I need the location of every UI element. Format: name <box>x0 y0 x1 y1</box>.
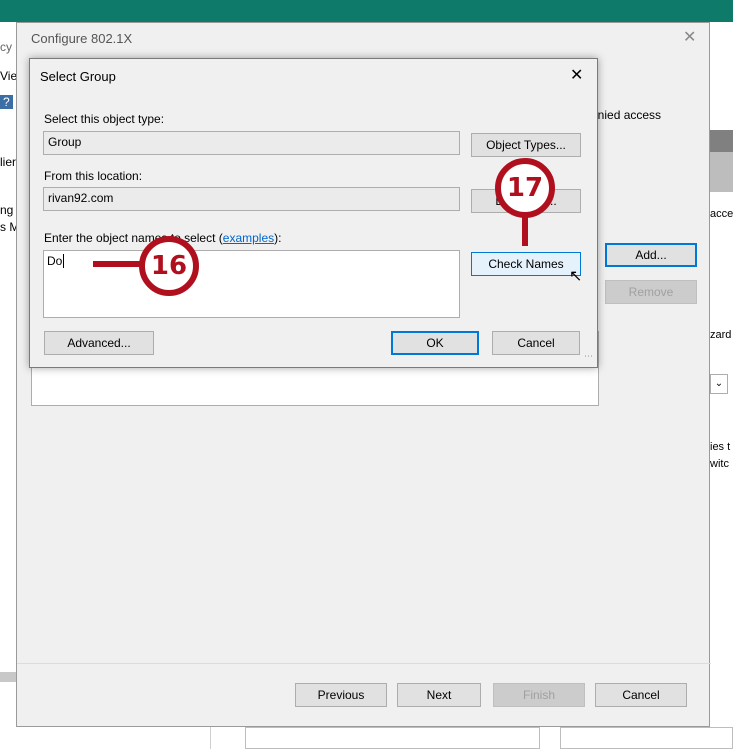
object-type-label: Select this object type: <box>44 112 165 126</box>
check-names-button[interactable]: Check Names <box>471 252 581 276</box>
object-type-field: Group <box>43 131 460 155</box>
chevron-down-icon[interactable]: ⌄ <box>710 374 728 394</box>
object-types-button[interactable]: Object Types... <box>471 133 581 157</box>
cancel-button[interactable]: Cancel <box>492 331 580 355</box>
callout-17-pointer <box>522 216 528 246</box>
close-icon[interactable]: ✕ <box>570 65 583 85</box>
add-button[interactable]: Add... <box>605 243 697 267</box>
bg-header-strip <box>710 152 733 192</box>
bg-fragment: acce <box>710 208 733 220</box>
mouse-cursor-icon: ↖ <box>569 268 583 285</box>
remove-button[interactable]: Remove <box>605 280 697 304</box>
bg-fragment: ng <box>0 203 14 217</box>
window-accent-bar <box>0 0 733 22</box>
cancel-button[interactable]: Cancel <box>595 683 687 707</box>
finish-button[interactable]: Finish <box>493 683 585 707</box>
bg-fragment: witc <box>710 458 729 470</box>
close-icon[interactable]: ✕ <box>683 27 696 47</box>
bg-fragment: zard <box>710 329 732 341</box>
examples-link[interactable]: examples <box>223 231 274 245</box>
previous-button[interactable]: Previous <box>295 683 387 707</box>
ok-button[interactable]: OK <box>391 331 479 355</box>
location-label: From this location: <box>44 169 143 183</box>
dialog-title: Select Group <box>40 69 116 84</box>
advanced-button[interactable]: Advanced... <box>44 331 154 355</box>
resize-grip-icon[interactable]: ⋯ <box>584 351 593 362</box>
bg-fragment: Vie <box>0 69 18 83</box>
step-callout-16: 16 <box>139 236 199 296</box>
bg-panel <box>245 727 540 749</box>
next-button[interactable]: Next <box>397 683 481 707</box>
bg-scrollbar <box>0 672 16 682</box>
location-field: rivan92.com <box>43 187 460 211</box>
bg-panel <box>560 727 733 749</box>
footer-divider <box>17 663 711 664</box>
dialog-title: Configure 802.1X <box>31 31 133 46</box>
bg-fragment: ies t <box>710 441 731 453</box>
callout-16-pointer <box>93 261 141 267</box>
bg-header-strip <box>710 130 733 152</box>
bg-fragment: cy <box>0 40 12 54</box>
step-callout-17: 17 <box>495 158 555 218</box>
bg-fragment: lier <box>0 155 17 169</box>
help-icon[interactable]: ? <box>0 95 13 109</box>
